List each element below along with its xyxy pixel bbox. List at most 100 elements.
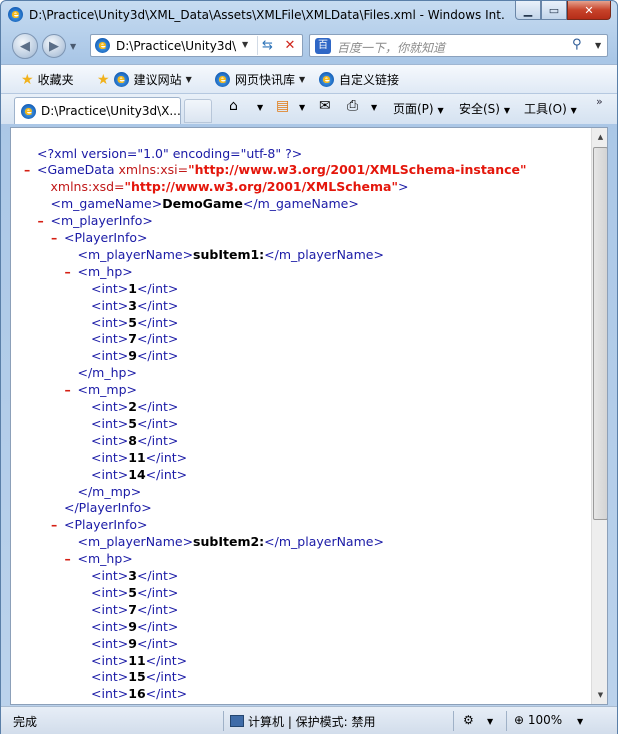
collapse-node-toggle[interactable]: – (24, 161, 34, 178)
collapse-node-toggle[interactable]: – (65, 381, 75, 398)
xml-token: </m_playerName> (264, 534, 384, 550)
search-input[interactable]: 百度一下，你就知道 (337, 39, 445, 56)
add-favorite-icon: ★ (97, 71, 110, 88)
xml-attribute-value: "http://www.w3.org/2001/XMLSchema" (124, 179, 398, 195)
new-tab-button[interactable] (184, 99, 212, 123)
scroll-thumb[interactable] (593, 147, 607, 520)
scroll-down-arrow-icon[interactable]: ▼ (594, 688, 607, 702)
security-zone[interactable]: 计算机 | 保护模式: 禁用 (230, 713, 376, 730)
xml-token: <GameData (37, 162, 115, 178)
computer-zone-icon (230, 715, 244, 727)
page-menu-label: 页面(P) (393, 102, 434, 116)
recent-pages-dropdown-icon[interactable]: ▼ (70, 42, 76, 51)
zoom-level: 100% (527, 713, 563, 727)
collapse-node-toggle[interactable]: – (65, 263, 75, 280)
collapse-node-toggle[interactable]: – (51, 229, 61, 246)
chevron-down-icon[interactable]: ▼ (371, 103, 377, 112)
forward-arrow-icon: ▶ (49, 38, 59, 54)
xml-line: <int>9</int> (91, 618, 178, 635)
window-title: D:\Practice\Unity3d\XML_Data\Assets\XMLF… (29, 8, 504, 22)
xml-token: </int> (136, 584, 179, 600)
security-zone-label: 计算机 | 保护模式: 禁用 (248, 715, 376, 729)
xml-token: </int> (136, 399, 179, 414)
zoom-control[interactable]: ⊕ 100% (514, 713, 562, 727)
scroll-up-arrow-icon[interactable]: ▲ (594, 130, 607, 144)
collapse-node-toggle[interactable]: – (38, 212, 48, 229)
page-icon: e (95, 38, 110, 53)
search-box[interactable]: 百 百度一下，你就知道 ⚲ ▼ (309, 34, 608, 57)
vertical-scrollbar[interactable]: ▲ ▼ (591, 128, 607, 704)
xml-token: <int> (91, 686, 129, 702)
tools-menu-button[interactable]: 工具(O) ▼ (524, 100, 577, 117)
address-dropdown-icon[interactable]: ▼ (242, 40, 248, 49)
maximize-button[interactable]: ▭ (541, 1, 567, 20)
minimize-button[interactable]: ▁ (515, 1, 541, 20)
refresh-icon[interactable]: ⇆ (257, 36, 277, 55)
xml-token: <int> (91, 280, 129, 296)
xml-token: <m_hp> (77, 551, 133, 567)
search-icon[interactable]: ⚲ (572, 37, 582, 52)
xml-line: – <PlayerInfo> (51, 516, 148, 533)
window-controls: ▁ ▭ ✕ (515, 1, 611, 20)
xml-text-value: subItem1: (193, 246, 265, 262)
tab-command-bar: e D:\Practice\Unity3d\X... ⌂ ▼ ▤ ▼ ✉ ⎙ ▼… (1, 94, 617, 124)
favorites-item-label: 自定义链接 (339, 73, 400, 87)
address-bar[interactable]: e D:\Practice\Unity3d\ ▼ ⇆ ✕ (90, 34, 303, 57)
status-text: 完成 (13, 715, 38, 729)
status-separator (453, 711, 454, 731)
collapse-node-toggle[interactable]: – (65, 550, 75, 567)
home-icon[interactable]: ⌂ (229, 98, 238, 114)
favorites-item-web-slice-gallery[interactable]: e 网页快讯库 ▼ (215, 71, 305, 88)
xml-attribute-value: "http://www.w3.org/2001/XMLSchema-instan… (188, 162, 527, 178)
chevron-down-icon: ▼ (185, 75, 192, 84)
close-button[interactable]: ✕ (567, 1, 611, 20)
address-input[interactable]: D:\Practice\Unity3d\ (116, 39, 241, 53)
status-separator (506, 711, 507, 731)
favorites-item-custom-links[interactable]: e 自定义链接 (319, 71, 399, 88)
ie-logo-icon: e (113, 72, 129, 87)
xml-line: – <m_mp> (65, 381, 138, 398)
rss-feed-icon[interactable]: ▤ (276, 98, 289, 114)
favorites-star-icon: ★ (21, 71, 34, 88)
favorites-label: 收藏夹 (37, 73, 74, 87)
xml-line: – <m_hp> (65, 550, 133, 567)
chevron-down-icon[interactable]: ▼ (487, 717, 493, 726)
xml-token: <int> (91, 618, 129, 634)
chevron-down-icon: ▼ (503, 106, 510, 115)
xml-text-value: 11 (128, 652, 146, 668)
tab-files-xml[interactable]: e D:\Practice\Unity3d\X... (14, 97, 181, 124)
xml-text-value: 8 (128, 432, 137, 448)
page-menu-button[interactable]: 页面(P) ▼ (393, 100, 444, 117)
stop-icon[interactable]: ✕ (279, 36, 301, 55)
print-icon[interactable]: ⎙ (347, 98, 358, 114)
xml-token: </m_gameName> (242, 196, 359, 212)
xml-line: – <GameData xmlns:xsi="http://www.w3.org/… (24, 161, 527, 178)
chevron-down-icon[interactable]: ▼ (257, 103, 263, 112)
xml-token: </int> (136, 314, 179, 330)
xml-line: <int>3</int> (91, 297, 178, 314)
forward-button[interactable]: ▶ (42, 34, 66, 58)
popup-blocker-icon[interactable]: ⚙ (463, 713, 474, 727)
xml-declaration-line: <?xml version="1.0" encoding="utf-8" ?> (37, 145, 302, 162)
xml-token: <int> (91, 314, 129, 330)
xml-line: </PlayerInfo> (64, 499, 152, 516)
xml-token: <int> (91, 652, 129, 668)
favorites-button[interactable]: ★ 收藏夹 (21, 71, 74, 88)
xml-token: <int> (91, 584, 129, 600)
collapse-node-toggle[interactable]: – (51, 516, 61, 533)
xml-token: <m_gameName> (50, 196, 163, 212)
favorites-item-suggested-sites[interactable]: ★ e 建议网站 ▼ (97, 71, 192, 88)
more-commands-chevron-icon[interactable]: » (596, 95, 603, 108)
xml-line: </m_hp> (78, 364, 137, 381)
chevron-down-icon[interactable]: ▼ (577, 717, 583, 726)
safety-menu-label: 安全(S) (459, 102, 500, 116)
xml-token: </int> (145, 652, 188, 668)
safety-menu-button[interactable]: 安全(S) ▼ (459, 100, 510, 117)
search-options-dropdown-icon[interactable]: ▼ (595, 41, 601, 50)
xml-token: <int> (91, 635, 129, 651)
read-mail-icon[interactable]: ✉ (319, 98, 331, 114)
chevron-down-icon[interactable]: ▼ (299, 103, 305, 112)
back-button[interactable]: ◀ (12, 33, 38, 59)
page-content: <?xml version="1.0" encoding="utf-8" ?> –… (10, 127, 608, 705)
chevron-down-icon: ▼ (299, 75, 306, 84)
